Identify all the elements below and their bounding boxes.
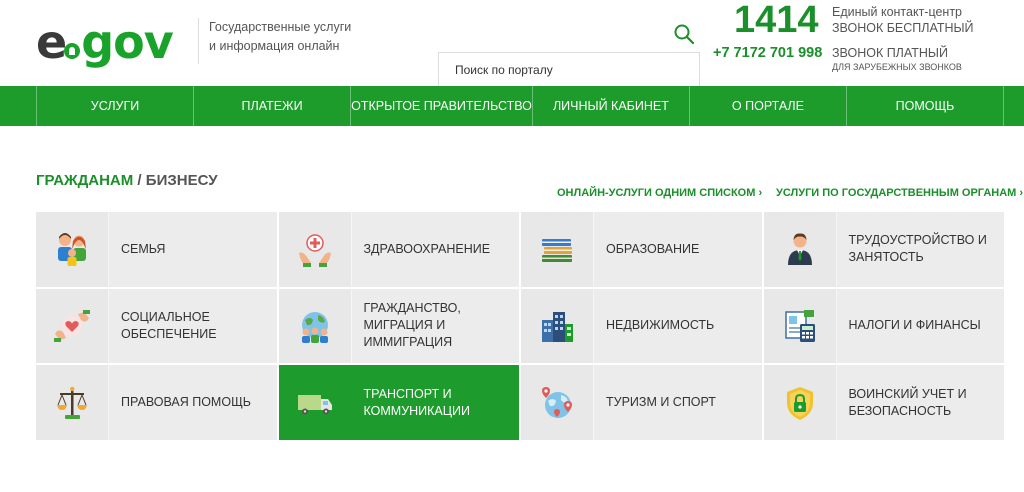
- phone-short-number[interactable]: 1414: [734, 0, 819, 40]
- site-tagline: Государственные услуги и информация онла…: [198, 18, 358, 64]
- foreign-calls-label: ДЛЯ ЗАРУБЕЖНЫХ ЗВОНКОВ: [832, 62, 962, 72]
- category-tile-taxes[interactable]: НАЛОГИ И ФИНАНСЫ: [763, 288, 1004, 364]
- category-label: ГРАЖДАНСТВО, МИГРАЦИЯ И ИММИГРАЦИЯ: [351, 288, 519, 364]
- category-label: ЗДРАВООХРАНЕНИЕ: [351, 212, 519, 287]
- tagline-line-1: Государственные услуги: [209, 20, 352, 34]
- free-call-label: ЗВОНОК БЕСПЛАТНЫЙ: [832, 21, 974, 35]
- tagline-line-2: и информация онлайн: [209, 39, 340, 53]
- category-tile-social-security[interactable]: СОЦИАЛЬНОЕ ОБЕСПЕЧЕНИЕ: [36, 288, 277, 364]
- category-tile-real-estate[interactable]: НЕДВИЖИМОСТЬ: [521, 288, 762, 364]
- heart-hands-icon: [36, 288, 109, 364]
- nav-item-payments[interactable]: ПЛАТЕЖИ: [193, 86, 350, 126]
- category-tile-legal-aid[interactable]: ПРАВОВАЯ ПОМОЩЬ: [36, 365, 277, 440]
- books-icon: [521, 212, 594, 287]
- category-label: ПРАВОВАЯ ПОМОЩЬ: [109, 365, 277, 440]
- search-placeholder: Поиск по порталу: [455, 63, 553, 77]
- category-label: ВОИНСКИЙ УЧЕТ И БЕЗОПАСНОСТЬ: [836, 365, 1004, 440]
- audience-switch: ГРАЖДАНАМ / БИЗНЕСУ: [36, 172, 218, 189]
- nav-item-open-government[interactable]: ОТКРЫТОЕ ПРАВИТЕЛЬСТВО: [350, 86, 532, 126]
- category-tile-tourism[interactable]: ТУРИЗМ И СПОРТ: [521, 365, 762, 440]
- search-input[interactable]: Поиск по порталу: [438, 52, 700, 86]
- category-grid: СЕМЬЯ ЗДРАВООХРАНЕНИЕ ОБРАЗОВАНИЕ ТРУДОУ…: [36, 212, 1004, 440]
- services-by-agency-link[interactable]: УСЛУГИ ПО ГОСУДАРСТВЕННЫМ ОРГАНАМ ›: [776, 187, 1023, 199]
- truck-icon: [278, 365, 352, 440]
- category-label: ТУРИЗМ И СПОРТ: [594, 365, 762, 440]
- globe-pins-icon: [521, 365, 594, 440]
- main-navigation: УСЛУГИ ПЛАТЕЖИ ОТКРЫТОЕ ПРАВИТЕЛЬСТВО ЛИ…: [0, 86, 1024, 126]
- employee-icon: [763, 212, 837, 287]
- category-label: СЕМЬЯ: [109, 212, 277, 287]
- category-tile-military-security[interactable]: ВОИНСКИЙ УЧЕТ И БЕЗОПАСНОСТЬ: [763, 365, 1004, 440]
- category-tile-citizenship[interactable]: ГРАЖДАНСТВО, МИГРАЦИЯ И ИММИГРАЦИЯ: [278, 288, 519, 364]
- contact-center-label: Единый контакт-центр: [832, 5, 963, 19]
- healthcare-icon: [278, 212, 352, 287]
- globe-people-icon: [278, 288, 352, 364]
- nav-item-services[interactable]: УСЛУГИ: [36, 86, 193, 126]
- calculator-icon: [763, 288, 837, 364]
- category-label: ТРАНСПОРТ И КОММУНИКАЦИИ: [351, 365, 519, 440]
- category-label: ТРУДОУСТРОЙСТВО И ЗАНЯТОСТЬ: [836, 212, 1004, 287]
- category-tile-education[interactable]: ОБРАЗОВАНИЕ: [521, 212, 762, 287]
- scales-icon: [36, 365, 109, 440]
- shield-lock-icon: [763, 365, 837, 440]
- egov-logo[interactable]: e gov: [36, 14, 174, 70]
- nav-item-about[interactable]: О ПОРТАЛЕ: [688, 86, 846, 126]
- category-tile-healthcare[interactable]: ЗДРАВООХРАНЕНИЕ: [278, 212, 519, 287]
- category-label: НЕДВИЖИМОСТЬ: [594, 288, 762, 364]
- tab-citizens[interactable]: ГРАЖДАНАМ: [36, 172, 133, 189]
- category-tile-family[interactable]: СЕМЬЯ: [36, 212, 277, 287]
- services-list-link[interactable]: ОНЛАЙН-УСЛУГИ ОДНИМ СПИСКОМ ›: [557, 187, 762, 199]
- logo-e: e: [36, 15, 67, 69]
- family-icon: [36, 212, 109, 287]
- site-header: e gov Государственные услуги и информаци…: [0, 0, 1024, 86]
- logo-mark-icon: [64, 43, 81, 59]
- category-label: НАЛОГИ И ФИНАНСЫ: [836, 288, 1004, 364]
- tab-business[interactable]: БИЗНЕСУ: [146, 172, 218, 189]
- buildings-icon: [521, 288, 594, 364]
- category-label: СОЦИАЛЬНОЕ ОБЕСПЕЧЕНИЕ: [109, 288, 277, 364]
- audience-separator: /: [133, 172, 146, 189]
- phone-long-number[interactable]: +7 7172 701 998: [713, 44, 822, 62]
- nav-item-help[interactable]: ПОМОЩЬ: [845, 86, 1005, 126]
- category-label: ОБРАЗОВАНИЕ: [594, 212, 762, 287]
- category-tile-employment[interactable]: ТРУДОУСТРОЙСТВО И ЗАНЯТОСТЬ: [763, 212, 1004, 287]
- nav-item-personal-account[interactable]: ЛИЧНЫЙ КАБИНЕТ: [531, 86, 689, 126]
- category-tile-transport[interactable]: ТРАНСПОРТ И КОММУНИКАЦИИ: [278, 365, 519, 440]
- paid-call-label: ЗВОНОК ПЛАТНЫЙ: [832, 46, 948, 60]
- logo-gov: gov: [81, 15, 174, 69]
- search-icon[interactable]: [672, 22, 696, 46]
